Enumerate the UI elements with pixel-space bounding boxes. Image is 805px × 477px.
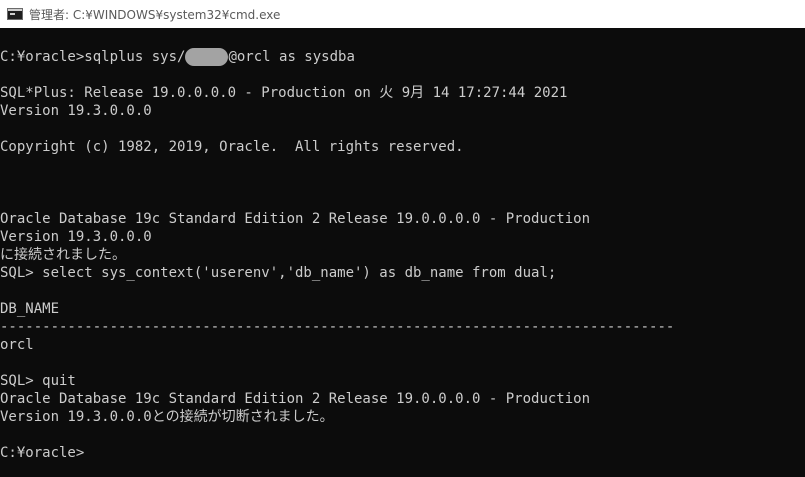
console-line-sqlplus-command: C:¥oracle>sqlplus sys/ @orcl as sysdba bbox=[0, 48, 355, 66]
console-line-database-banner: Oracle Database 19c Standard Edition 2 R… bbox=[0, 391, 591, 407]
password-redaction bbox=[185, 48, 229, 66]
console-line-connected: に接続されました。 bbox=[0, 247, 126, 263]
console-line-version: Version 19.3.0.0.0 bbox=[0, 229, 152, 245]
console-line-disconnected: Version 19.3.0.0.0との接続が切断されました。 bbox=[0, 409, 334, 425]
cmd-icon bbox=[7, 8, 23, 20]
console-line-select-query: SQL> select sys_context('userenv','db_na… bbox=[0, 265, 557, 281]
console-line-quit-command: SQL> quit bbox=[0, 373, 76, 389]
console-line-version: Version 19.3.0.0.0 bbox=[0, 103, 152, 119]
console-output[interactable]: C:¥oracle>sqlplus sys/ @orcl as sysdba SQ… bbox=[0, 28, 805, 477]
console-line-column-header: DB_NAME bbox=[0, 301, 60, 317]
console-line-separator: ----------------------------------------… bbox=[0, 319, 675, 335]
console-line-copyright: Copyright (c) 1982, 2019, Oracle. All ri… bbox=[0, 139, 464, 155]
console-line-database-banner: Oracle Database 19c Standard Edition 2 R… bbox=[0, 211, 591, 227]
console-prompt[interactable]: C:¥oracle> bbox=[0, 444, 84, 462]
window-titlebar[interactable]: 管理者: C:¥WINDOWS¥system32¥cmd.exe bbox=[0, 0, 805, 28]
console-line-query-result: orcl bbox=[0, 337, 34, 353]
command-text-before-password: C:¥oracle>sqlplus sys/ bbox=[0, 49, 186, 65]
console-line-sqlplus-banner: SQL*Plus: Release 19.0.0.0.0 - Productio… bbox=[0, 85, 568, 101]
command-text-after-password: @orcl as sysdba bbox=[228, 49, 355, 65]
window-title: 管理者: C:¥WINDOWS¥system32¥cmd.exe bbox=[29, 7, 281, 22]
